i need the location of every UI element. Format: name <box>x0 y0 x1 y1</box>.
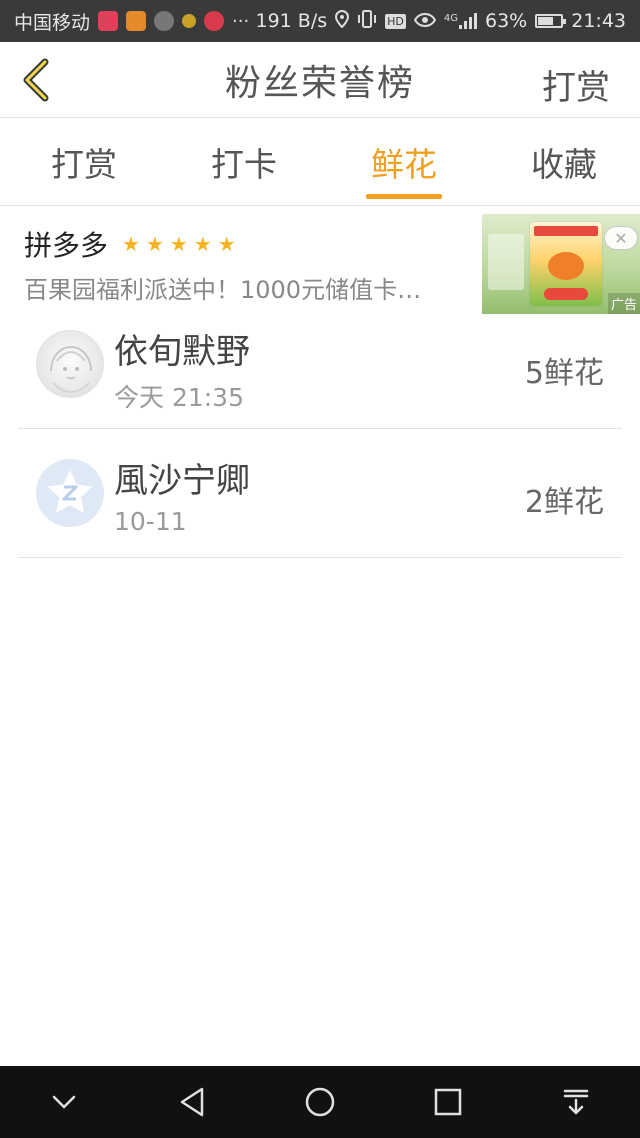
battery-icon <box>535 14 567 28</box>
qq-star-icon <box>47 470 93 513</box>
home-circle-icon <box>305 1087 335 1117</box>
back-triangle-icon <box>180 1087 204 1117</box>
fan-name: 依旬默野 <box>114 332 250 372</box>
chevron-down-icon <box>52 1095 76 1109</box>
ad-card-button <box>544 288 588 300</box>
tab-flowers[interactable]: 鲜花 <box>320 118 480 205</box>
signal-icon: 4G <box>444 13 477 29</box>
ad-product-card <box>530 222 602 306</box>
ad-image[interactable]: ✕ 广告 <box>482 214 640 314</box>
tab-label: 打赏 <box>51 144 117 184</box>
tab-label: 收藏 <box>531 144 597 184</box>
close-icon: ✕ <box>614 228 628 248</box>
fan-time: 今天 21:35 <box>114 383 244 412</box>
chevron-left-icon <box>23 58 49 102</box>
ad-card-header <box>534 226 598 236</box>
tab-label: 鲜花 <box>371 144 437 184</box>
avatar[interactable] <box>36 330 104 398</box>
system-navigation-bar <box>0 1066 640 1138</box>
star-icon: ★ <box>169 232 188 256</box>
star-icon: ★ <box>193 232 212 256</box>
more-notifications: ··· <box>232 10 250 32</box>
reward-button[interactable]: 打赏 <box>542 60 610 109</box>
ad-image-side-panel <box>488 234 524 290</box>
clock: 21:43 <box>571 10 626 32</box>
fruit-icon <box>548 252 584 280</box>
flower-count: 2鲜花 <box>524 485 604 520</box>
page-title: 粉丝荣誉榜 <box>224 62 415 104</box>
tab-label: 打卡 <box>211 144 277 184</box>
notification-pull-button[interactable] <box>546 1072 606 1132</box>
vibrate-icon <box>357 9 377 33</box>
bulb-icon <box>182 14 197 28</box>
sketch-avatar-icon <box>50 345 92 394</box>
fan-ranking-list: 依旬默野 今天 21:35 5鲜花 風沙宁卿 10-11 2鲜花 <box>18 300 622 558</box>
star-icon: ★ <box>145 232 164 256</box>
tab-reward[interactable]: 打赏 <box>0 118 160 205</box>
network-speed: 191 B/s <box>255 10 328 32</box>
active-tab-indicator <box>366 194 442 199</box>
recents-square-icon <box>434 1088 462 1116</box>
hd-icon: HD <box>385 13 406 29</box>
notification-pull-icon <box>563 1089 589 1115</box>
ad-banner[interactable]: 拼多多 ★ ★ ★ ★ ★ 百果园福利派送中！1000元储值卡… ✕ 广告 <box>0 206 640 314</box>
fan-name: 風沙宁卿 <box>114 461 250 501</box>
ad-close-button[interactable]: ✕ <box>604 226 638 250</box>
heart-app-icon <box>204 11 225 31</box>
nav-recents-button[interactable] <box>418 1072 478 1132</box>
app-badge-icon <box>154 11 175 31</box>
rating-stars: ★ ★ ★ ★ ★ <box>122 234 236 254</box>
status-bar: 中国移动 ··· 191 B/s HD 4G 63% 21:43 <box>0 0 640 42</box>
app-header: 粉丝荣誉榜 打赏 <box>0 42 640 118</box>
avatar[interactable] <box>36 459 104 527</box>
network-type-label: 4G <box>443 13 458 24</box>
carrier-label: 中国移动 <box>14 11 91 34</box>
ad-title: 拼多多 <box>24 229 109 262</box>
star-icon: ★ <box>122 232 140 256</box>
back-button[interactable] <box>14 54 58 106</box>
flower-count: 5鲜花 <box>524 356 604 391</box>
tab-favorites[interactable]: 收藏 <box>480 118 640 205</box>
app-notification-icon <box>98 11 119 31</box>
location-icon <box>335 9 350 33</box>
list-item[interactable]: 風沙宁卿 10-11 2鲜花 <box>18 429 622 558</box>
eye-icon <box>413 11 437 32</box>
star-icon: ★ <box>217 232 236 256</box>
nav-home-button[interactable] <box>290 1072 350 1132</box>
collapse-button[interactable] <box>34 1072 94 1132</box>
video-app-icon <box>126 11 147 31</box>
list-item[interactable]: 依旬默野 今天 21:35 5鲜花 <box>18 300 622 429</box>
battery-percent: 63% <box>485 10 528 32</box>
tab-bar: 打赏 打卡 鲜花 收藏 <box>0 118 640 206</box>
fan-time: 10-11 <box>114 507 187 536</box>
tab-checkin[interactable]: 打卡 <box>160 118 320 205</box>
nav-back-button[interactable] <box>162 1072 222 1132</box>
